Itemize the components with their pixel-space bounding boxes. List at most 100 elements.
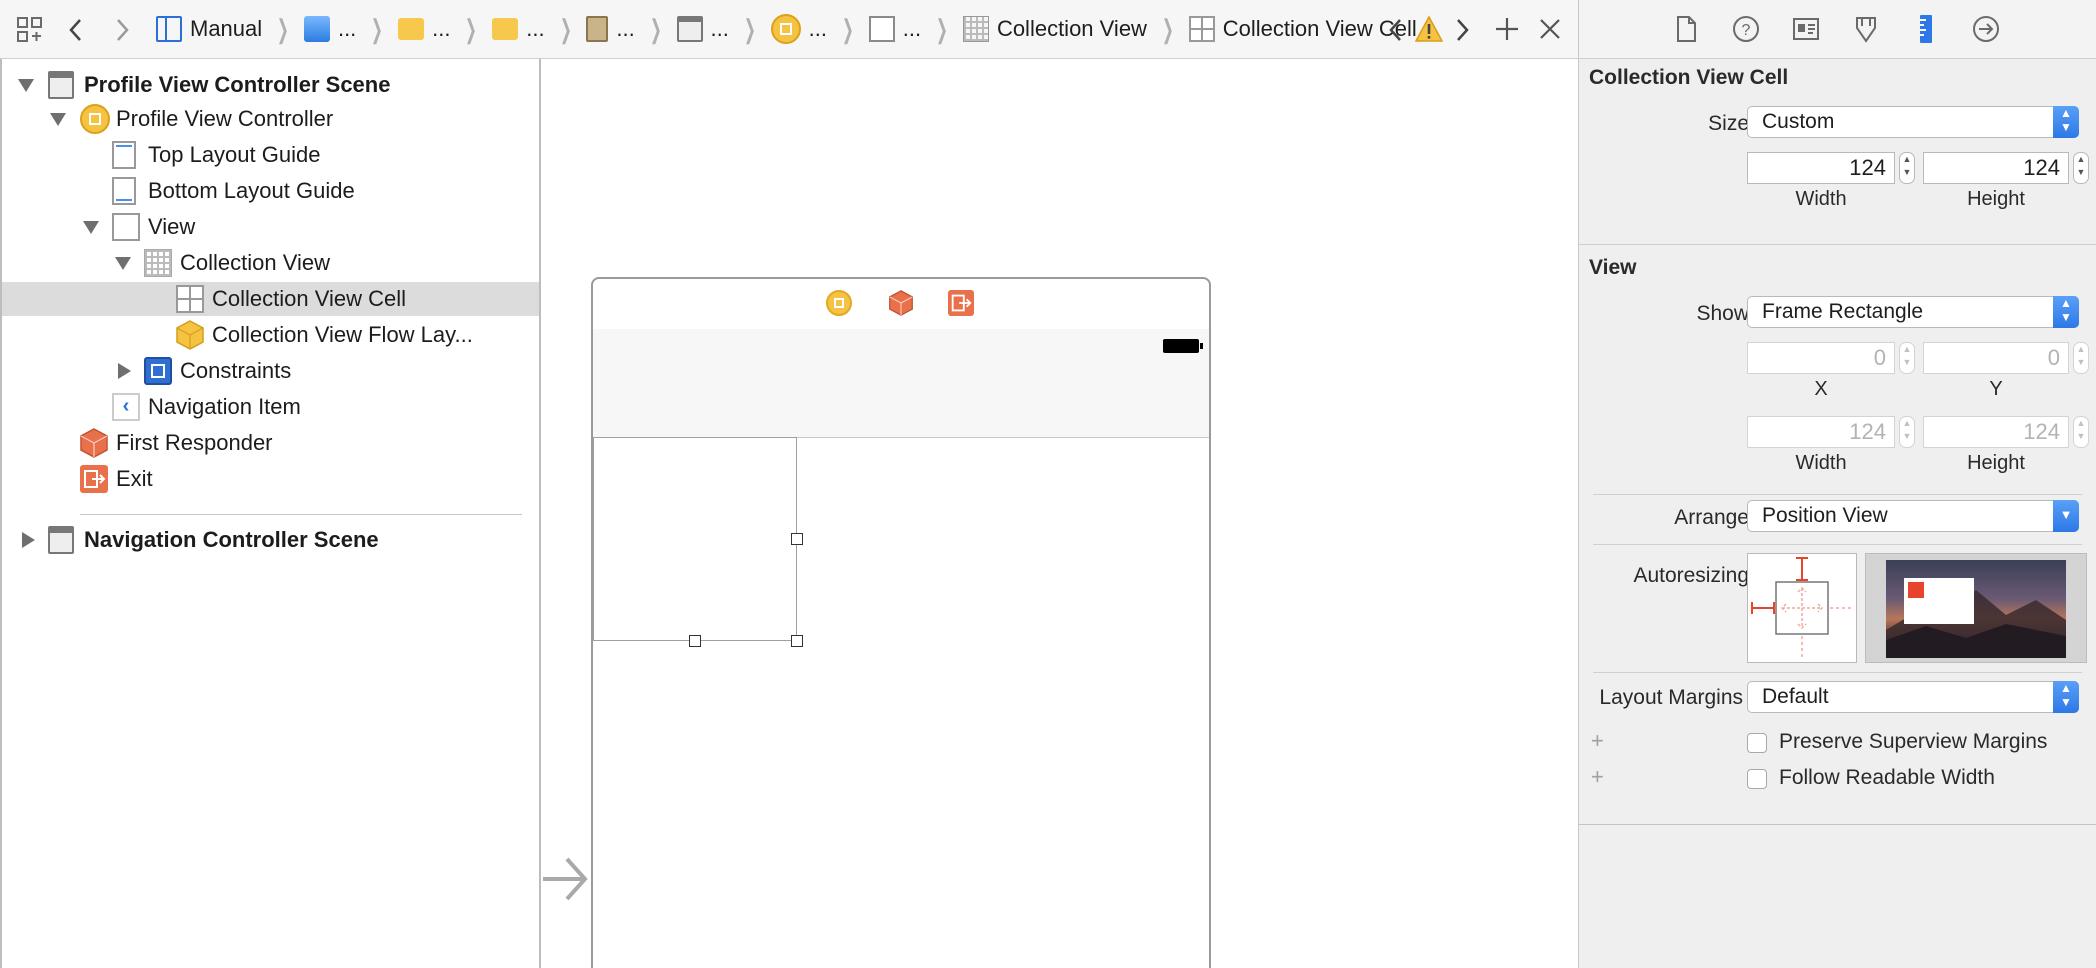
disclosure-triangle-icon[interactable] [22, 532, 35, 548]
breadcrumb-view-controller[interactable]: ... [770, 0, 827, 58]
outline-item-collection-view-cell[interactable]: Collection View Cell [2, 282, 539, 316]
cell-height-field[interactable]: 124 [1923, 152, 2069, 184]
outline-item-flow-layout[interactable]: Collection View Flow Lay... [2, 318, 539, 352]
show-popup[interactable]: Frame Rectangle ▲ ▼ [1747, 296, 2079, 328]
breadcrumb-scene[interactable]: ... [676, 0, 729, 58]
disclosure-triangle-icon[interactable] [50, 113, 66, 126]
battery-icon [1163, 339, 1203, 353]
collection-cell-icon [1188, 16, 1215, 42]
popup-chevron-icon: ▲ ▼ [2053, 296, 2079, 328]
attributes-icon[interactable] [1851, 14, 1881, 44]
exit-icon[interactable] [948, 290, 974, 316]
disclosure-triangle-icon[interactable] [18, 79, 34, 92]
breadcrumb-folder[interactable]: ... [492, 0, 545, 58]
scene-divider [80, 514, 522, 515]
frame-height-field: 124 [1923, 416, 2069, 448]
breadcrumb-separator: ❯ [1161, 13, 1174, 44]
collection-view-cell[interactable] [593, 437, 803, 647]
size-popup[interactable]: Custom ▲ ▼ [1747, 106, 2079, 138]
related-items-icon[interactable] [16, 16, 44, 44]
connections-icon[interactable] [1971, 14, 2001, 44]
next-issue-icon[interactable] [1452, 16, 1472, 44]
breadcrumb-manual[interactable]: Manual [156, 0, 262, 58]
add-editor-icon[interactable] [1494, 16, 1520, 42]
arrange-popup[interactable]: Position View ▼ [1747, 500, 2079, 532]
layout-guide-icon [112, 177, 136, 205]
frame-width-stepper: ▲ ▼ [1899, 416, 1915, 448]
entry-point-arrow-icon[interactable] [541, 849, 589, 909]
breadcrumb-storyboard[interactable]: ... [586, 0, 635, 58]
first-responder-icon[interactable] [888, 290, 914, 316]
help-icon[interactable]: ? [1731, 14, 1761, 44]
disclosure-triangle-icon[interactable] [118, 363, 131, 379]
add-variation-icon[interactable]: + [1591, 764, 1604, 790]
autoresizing-preview [1865, 553, 2087, 663]
identity-icon[interactable] [1791, 14, 1821, 44]
first-responder-icon [80, 428, 108, 458]
preserve-superview-margins-checkbox[interactable] [1747, 733, 1767, 753]
warning-icon[interactable] [1414, 14, 1444, 44]
popup-chevron-down-icon: ▼ [2053, 500, 2079, 532]
breadcrumb-separator: ❯ [371, 13, 384, 44]
close-icon[interactable] [1538, 17, 1562, 41]
collection-cell-icon [176, 285, 204, 313]
outline-item-navigation-scene[interactable]: Navigation Controller Scene [2, 523, 539, 557]
outline-item-view[interactable]: View [2, 210, 539, 244]
outline-item-profile-scene[interactable]: Profile View Controller Scene [2, 68, 539, 102]
add-variation-icon[interactable]: + [1591, 728, 1604, 754]
layout-guide-icon [112, 141, 136, 169]
resize-handle[interactable] [689, 635, 701, 647]
cell-width-field[interactable]: 124 [1747, 152, 1895, 184]
breadcrumb-view[interactable]: ... [868, 0, 921, 58]
back-arrow-icon[interactable] [66, 16, 86, 44]
frame-height-label: Height [1967, 452, 2025, 474]
resize-handle[interactable] [791, 533, 803, 545]
previous-issue-icon[interactable] [1386, 16, 1406, 44]
preserve-superview-margins-label: Preserve Superview Margins [1779, 730, 2048, 753]
jump-bar: Manual ❯ ... ❯ ... ❯ ... ❯ ... ❯ ... ❯ .… [0, 0, 1578, 59]
breadcrumb-folder[interactable]: ... [398, 0, 450, 58]
outline-item-constraints[interactable]: Constraints [2, 354, 539, 388]
split-view-icon [156, 16, 182, 42]
outline-item-profile-view-controller[interactable]: Profile View Controller [2, 102, 539, 136]
outline-item-navigation-item[interactable]: ‹ Navigation Item [2, 390, 539, 424]
autoresizing-mask-control[interactable] [1747, 553, 1857, 663]
size-label: Size [1708, 112, 1749, 135]
resize-handle[interactable] [791, 635, 803, 647]
outline-item-exit[interactable]: Exit [2, 462, 539, 496]
popup-chevron-icon: ▲ ▼ [2053, 106, 2079, 138]
view-controller-icon[interactable] [826, 290, 852, 316]
section-title-view: View [1589, 256, 1637, 279]
folder-icon [398, 18, 425, 40]
forward-arrow-icon[interactable] [112, 16, 132, 44]
breadcrumb-separator: ❯ [649, 13, 662, 44]
outline-item-bottom-layout-guide[interactable]: Bottom Layout Guide [2, 174, 539, 208]
outline-item-first-responder[interactable]: First Responder [2, 426, 539, 460]
interface-builder-canvas[interactable] [541, 59, 1577, 968]
cell-width-label: Width [1795, 188, 1847, 210]
section-divider [1579, 824, 2096, 825]
layout-margins-popup[interactable]: Default ▲ ▼ [1747, 681, 2079, 713]
disclosure-triangle-icon[interactable] [83, 221, 99, 234]
breadcrumb-project[interactable]: ... [303, 0, 356, 58]
scene-device-frame[interactable] [591, 277, 1211, 968]
breadcrumb-collection-view[interactable]: Collection View [962, 0, 1147, 58]
outline-item-collection-view[interactable]: Collection View [2, 246, 539, 280]
preview-view-indicator [1908, 582, 1924, 598]
frame-height-stepper: ▲ ▼ [2073, 416, 2089, 448]
disclosure-triangle-icon[interactable] [115, 257, 131, 270]
cell-width-stepper[interactable]: ▲ ▼ [1899, 152, 1915, 184]
preview-wallpaper-image [1886, 560, 2066, 658]
scene-dock [593, 279, 1209, 330]
constraints-icon [144, 357, 172, 385]
outline-item-top-layout-guide[interactable]: Top Layout Guide [2, 138, 539, 172]
frame-y-stepper: ▲ ▼ [2073, 342, 2089, 374]
breadcrumb-collection-view-cell[interactable]: Collection View Cell [1188, 0, 1417, 58]
scene-icon [48, 71, 74, 99]
file-inspector-icon[interactable] [1671, 14, 1701, 44]
flow-layout-icon [176, 320, 204, 350]
view-icon [868, 16, 895, 42]
size-icon[interactable] [1911, 14, 1941, 44]
follow-readable-width-checkbox[interactable] [1747, 769, 1767, 789]
cell-height-stepper[interactable]: ▲ ▼ [2073, 152, 2089, 184]
